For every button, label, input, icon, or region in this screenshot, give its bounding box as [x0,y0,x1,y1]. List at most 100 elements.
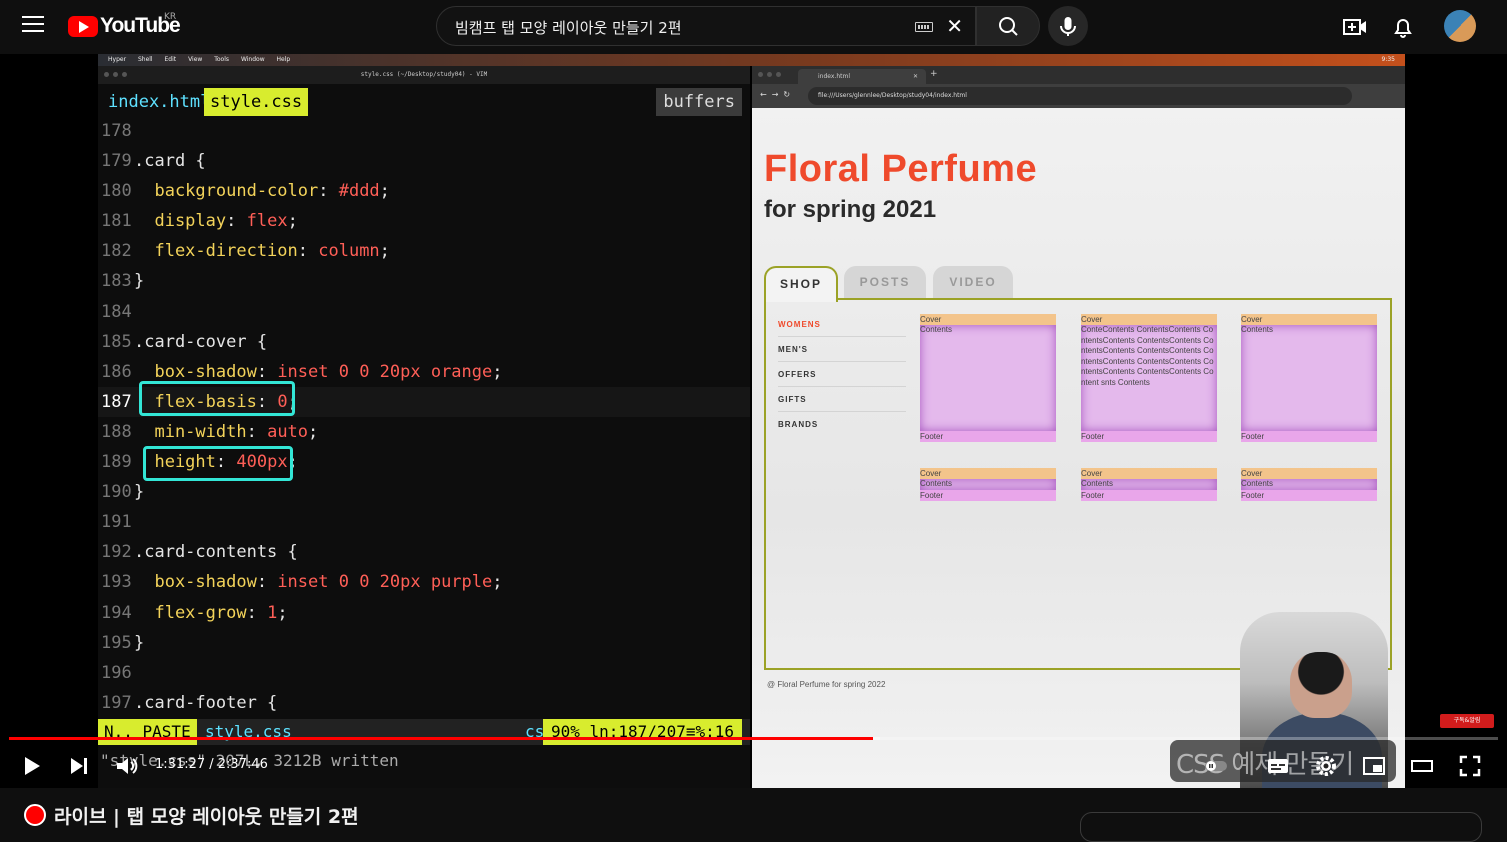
code-line: 185 .card-cover { [98,327,750,357]
clear-icon[interactable]: ✕ [946,16,963,36]
fullscreen-icon [1459,755,1481,777]
card-footer: Footer [920,490,1056,501]
code-token: inset 0 0 20px orange [277,361,493,382]
code-token: box-shadow [134,572,257,593]
card: Cover Contents Footer [1241,314,1377,442]
youtube-logo[interactable]: YouTube [68,13,181,39]
search-button[interactable] [976,6,1040,46]
vim-editor: style.css (~/Desktop/study04) - VIM inde… [98,66,750,788]
code-token: auto [267,421,309,442]
vim-status-file: style.css [205,722,292,741]
create-button[interactable] [1342,14,1368,40]
video-info: 라이브 | 탭 모양 레이아웃 만들기 2편 [0,788,1507,842]
card-cover: Cover [1081,468,1217,479]
settings-icon [1316,756,1336,776]
next-button[interactable] [68,756,90,776]
fullscreen-button[interactable] [1458,754,1482,778]
settings-button[interactable] [1314,754,1338,778]
autoplay-toggle[interactable] [1204,754,1228,778]
vim-buffers-label: buffers [656,88,742,116]
card-cover: Cover [920,314,1056,325]
theater-button[interactable] [1410,754,1434,778]
vim-mode: N.. PASTE [98,719,197,745]
card-contents: Contents [920,325,1056,431]
masthead: YouTube KR 빔캠프 탭 모양 레이아웃 만들기 2편 ✕ [0,0,1507,54]
card-contents: Contents [1241,479,1377,490]
mac-menubar: Hyper Shell Edit View Tools Window Help … [98,54,1405,66]
page-title: Floral Perfume [764,148,1038,190]
card-footer: Footer [1241,431,1377,442]
mac-menu-item: Tools [214,56,230,63]
card: Cover Contents Footer [920,314,1056,442]
code-token: ; [308,421,319,442]
line-number: 191 [101,512,132,533]
browser-tab: index.html ✕ [798,69,926,84]
progress-played [9,737,873,740]
code-line: 182 flex-direction: column; [98,236,750,266]
line-number: 187 [101,391,132,412]
page-subtitle: for spring 2021 [764,196,937,223]
line-number: 193 [101,572,132,593]
vim-cursor-position: 90% ln:187/207≡%:16 [542,719,742,745]
line-number: 185 [101,331,132,352]
card: Cover Contents Footer [1081,468,1217,501]
live-indicator-icon [24,804,46,826]
line-number: 179 [101,151,132,172]
code-token: 1 [267,602,278,623]
notifications-button[interactable] [1390,14,1416,40]
card-footer: Footer [920,431,1056,442]
subtitles-button[interactable] [1266,754,1290,778]
vim-window-title: style.css (~/Desktop/study04) - VIM [360,71,488,78]
code-token: : [246,421,268,442]
menu-icon[interactable] [22,16,44,36]
code-token: inset 0 0 20px purple [277,572,493,593]
tab-video: VIDEO [933,266,1013,298]
line-number: 184 [101,301,132,322]
vim-tab-style-css: style.css [204,88,309,116]
card-footer: Footer [1081,490,1217,501]
time-current: 1:31:27 [155,757,206,772]
code-token: flex [246,211,288,232]
vim-titlebar: style.css (~/Desktop/study04) - VIM [98,66,750,84]
line-number: 178 [101,121,132,141]
keyboard-icon[interactable] [915,22,933,32]
code-token: : [318,181,339,202]
code-token: ; [492,361,503,382]
sidebar-item-offers: OFFERS [778,362,906,387]
code-token: .card-footer { [134,692,278,713]
avatar[interactable] [1444,10,1476,42]
code-line: 197 .card-footer { [98,688,750,718]
window-controls [758,72,781,77]
code-line: 181 display: flex; [98,206,750,236]
play-button[interactable] [22,755,42,777]
autoplay-icon [1205,761,1227,771]
mac-clock: 9:35 [1381,56,1395,63]
video-player[interactable]: Hyper Shell Edit View Tools Window Help … [0,54,1507,788]
card-cover: Cover [920,468,1056,479]
code-token: } [134,482,145,503]
code-line: 194 flex-grow: 1; [98,598,750,628]
search-input[interactable]: 빔캠프 탭 모양 레이아웃 만들기 2편 ✕ [436,6,976,46]
vim-tabline: index.html style.css buffers [98,84,750,116]
line-number: 197 [101,692,132,713]
voice-search-button[interactable] [1048,6,1088,46]
code-token: ; [492,572,503,593]
miniplayer-button[interactable] [1362,754,1386,778]
volume-button[interactable] [114,754,140,778]
subscribe-badge[interactable]: 구독&알림 [1440,714,1494,728]
subtitles-icon [1268,759,1288,773]
line-number: 186 [101,361,132,382]
mac-menu-item: Help [276,56,291,63]
line-number: 190 [101,482,132,503]
sidebar-card[interactable] [1080,812,1482,842]
vim-code: 178 179 .card {180 background-color: #ddd;… [98,116,750,718]
card: Cover ConteContents ContentsContents Con… [1081,314,1217,442]
code-line: 196 [98,658,750,688]
code-token: background-color [134,181,319,202]
line-number: 183 [101,271,132,292]
sidebar-item-brands: BRANDS [778,420,819,429]
line-number: 196 [101,662,132,683]
search-query: 빔캠프 탭 모양 레이아웃 만들기 2편 [455,19,682,37]
card: Cover Contents Footer [1241,468,1377,501]
card-contents: Contents [1081,479,1217,490]
